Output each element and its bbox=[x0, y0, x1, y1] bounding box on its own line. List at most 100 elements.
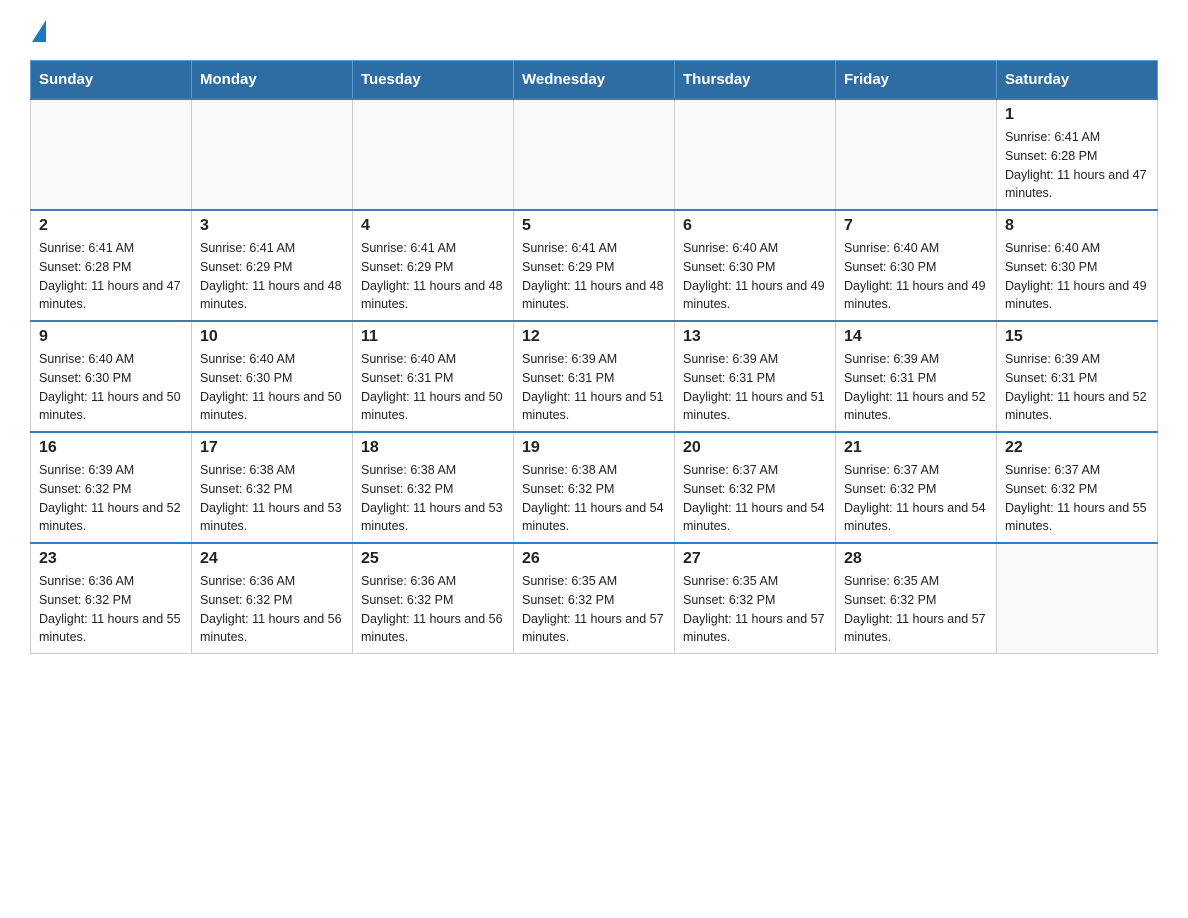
day-info: Sunrise: 6:35 AMSunset: 6:32 PMDaylight:… bbox=[522, 572, 666, 647]
day-info: Sunrise: 6:38 AMSunset: 6:32 PMDaylight:… bbox=[200, 461, 344, 536]
calendar-day-cell: 19 Sunrise: 6:38 AMSunset: 6:32 PMDayligh… bbox=[514, 432, 675, 543]
calendar-day-cell: 7 Sunrise: 6:40 AMSunset: 6:30 PMDaylight… bbox=[836, 210, 997, 321]
day-info: Sunrise: 6:41 AMSunset: 6:29 PMDaylight:… bbox=[200, 239, 344, 314]
day-info: Sunrise: 6:40 AMSunset: 6:31 PMDaylight:… bbox=[361, 350, 505, 425]
calendar-day-cell: 14 Sunrise: 6:39 AMSunset: 6:31 PMDayligh… bbox=[836, 321, 997, 432]
day-number: 6 bbox=[683, 217, 827, 235]
day-info: Sunrise: 6:41 AMSunset: 6:29 PMDaylight:… bbox=[361, 239, 505, 314]
calendar-week-row: 16 Sunrise: 6:39 AMSunset: 6:32 PMDayligh… bbox=[31, 432, 1158, 543]
day-number: 12 bbox=[522, 328, 666, 346]
calendar-day-cell: 26 Sunrise: 6:35 AMSunset: 6:32 PMDayligh… bbox=[514, 543, 675, 654]
day-info: Sunrise: 6:36 AMSunset: 6:32 PMDaylight:… bbox=[39, 572, 183, 647]
day-info: Sunrise: 6:40 AMSunset: 6:30 PMDaylight:… bbox=[683, 239, 827, 314]
day-info: Sunrise: 6:41 AMSunset: 6:28 PMDaylight:… bbox=[39, 239, 183, 314]
calendar-day-cell: 15 Sunrise: 6:39 AMSunset: 6:31 PMDayligh… bbox=[997, 321, 1158, 432]
day-number: 11 bbox=[361, 328, 505, 346]
day-number: 8 bbox=[1005, 217, 1149, 235]
calendar-day-cell: 5 Sunrise: 6:41 AMSunset: 6:29 PMDaylight… bbox=[514, 210, 675, 321]
day-number: 19 bbox=[522, 439, 666, 457]
calendar-day-cell: 12 Sunrise: 6:39 AMSunset: 6:31 PMDayligh… bbox=[514, 321, 675, 432]
calendar-day-cell: 9 Sunrise: 6:40 AMSunset: 6:30 PMDaylight… bbox=[31, 321, 192, 432]
day-number: 25 bbox=[361, 550, 505, 568]
day-info: Sunrise: 6:36 AMSunset: 6:32 PMDaylight:… bbox=[361, 572, 505, 647]
calendar-week-row: 23 Sunrise: 6:36 AMSunset: 6:32 PMDayligh… bbox=[31, 543, 1158, 654]
calendar-day-cell bbox=[353, 99, 514, 210]
day-number: 24 bbox=[200, 550, 344, 568]
calendar-day-cell: 20 Sunrise: 6:37 AMSunset: 6:32 PMDayligh… bbox=[675, 432, 836, 543]
calendar-day-cell: 4 Sunrise: 6:41 AMSunset: 6:29 PMDaylight… bbox=[353, 210, 514, 321]
day-number: 10 bbox=[200, 328, 344, 346]
day-number: 21 bbox=[844, 439, 988, 457]
calendar-day-cell: 16 Sunrise: 6:39 AMSunset: 6:32 PMDayligh… bbox=[31, 432, 192, 543]
day-number: 4 bbox=[361, 217, 505, 235]
calendar-day-cell: 2 Sunrise: 6:41 AMSunset: 6:28 PMDaylight… bbox=[31, 210, 192, 321]
day-info: Sunrise: 6:37 AMSunset: 6:32 PMDaylight:… bbox=[844, 461, 988, 536]
calendar-table: SundayMondayTuesdayWednesdayThursdayFrid… bbox=[30, 60, 1158, 654]
calendar-day-cell: 1 Sunrise: 6:41 AMSunset: 6:28 PMDaylight… bbox=[997, 99, 1158, 210]
calendar-day-cell: 11 Sunrise: 6:40 AMSunset: 6:31 PMDayligh… bbox=[353, 321, 514, 432]
calendar-day-cell: 24 Sunrise: 6:36 AMSunset: 6:32 PMDayligh… bbox=[192, 543, 353, 654]
calendar-day-cell: 3 Sunrise: 6:41 AMSunset: 6:29 PMDaylight… bbox=[192, 210, 353, 321]
day-of-week-header: Wednesday bbox=[514, 61, 675, 100]
calendar-day-cell: 21 Sunrise: 6:37 AMSunset: 6:32 PMDayligh… bbox=[836, 432, 997, 543]
day-info: Sunrise: 6:37 AMSunset: 6:32 PMDaylight:… bbox=[683, 461, 827, 536]
calendar-day-cell: 17 Sunrise: 6:38 AMSunset: 6:32 PMDayligh… bbox=[192, 432, 353, 543]
calendar-week-row: 2 Sunrise: 6:41 AMSunset: 6:28 PMDaylight… bbox=[31, 210, 1158, 321]
day-number: 1 bbox=[1005, 106, 1149, 124]
logo-triangle-icon bbox=[32, 20, 46, 42]
calendar-header-row: SundayMondayTuesdayWednesdayThursdayFrid… bbox=[31, 61, 1158, 100]
day-number: 7 bbox=[844, 217, 988, 235]
day-info: Sunrise: 6:41 AMSunset: 6:28 PMDaylight:… bbox=[1005, 128, 1149, 203]
day-of-week-header: Saturday bbox=[997, 61, 1158, 100]
day-number: 20 bbox=[683, 439, 827, 457]
calendar-day-cell: 18Sunrise: 6:38 AMSunset: 6:32 PMDayligh… bbox=[353, 432, 514, 543]
calendar-day-cell: 13 Sunrise: 6:39 AMSunset: 6:31 PMDayligh… bbox=[675, 321, 836, 432]
day-info: Sunrise: 6:36 AMSunset: 6:32 PMDaylight:… bbox=[200, 572, 344, 647]
calendar-day-cell bbox=[31, 99, 192, 210]
day-info: Sunrise: 6:39 AMSunset: 6:31 PMDaylight:… bbox=[683, 350, 827, 425]
day-of-week-header: Tuesday bbox=[353, 61, 514, 100]
day-number: 23 bbox=[39, 550, 183, 568]
day-number: 17 bbox=[200, 439, 344, 457]
day-of-week-header: Monday bbox=[192, 61, 353, 100]
day-of-week-header: Thursday bbox=[675, 61, 836, 100]
day-info: Sunrise: 6:39 AMSunset: 6:31 PMDaylight:… bbox=[844, 350, 988, 425]
day-info: Sunrise: 6:39 AMSunset: 6:31 PMDaylight:… bbox=[1005, 350, 1149, 425]
day-info: Sunrise: 6:40 AMSunset: 6:30 PMDaylight:… bbox=[39, 350, 183, 425]
day-info: Sunrise: 6:40 AMSunset: 6:30 PMDaylight:… bbox=[1005, 239, 1149, 314]
calendar-day-cell: 25 Sunrise: 6:36 AMSunset: 6:32 PMDayligh… bbox=[353, 543, 514, 654]
page-header bbox=[30, 20, 1158, 40]
day-number: 9 bbox=[39, 328, 183, 346]
day-info: Sunrise: 6:35 AMSunset: 6:32 PMDaylight:… bbox=[683, 572, 827, 647]
day-number: 16 bbox=[39, 439, 183, 457]
calendar-day-cell bbox=[514, 99, 675, 210]
day-of-week-header: Friday bbox=[836, 61, 997, 100]
day-info: Sunrise: 6:41 AMSunset: 6:29 PMDaylight:… bbox=[522, 239, 666, 314]
day-number: 13 bbox=[683, 328, 827, 346]
calendar-day-cell: 6 Sunrise: 6:40 AMSunset: 6:30 PMDaylight… bbox=[675, 210, 836, 321]
calendar-day-cell bbox=[192, 99, 353, 210]
day-number: 3 bbox=[200, 217, 344, 235]
calendar-day-cell: 10Sunrise: 6:40 AMSunset: 6:30 PMDayligh… bbox=[192, 321, 353, 432]
logo bbox=[30, 20, 46, 40]
calendar-day-cell: 27 Sunrise: 6:35 AMSunset: 6:32 PMDayligh… bbox=[675, 543, 836, 654]
day-info: Sunrise: 6:38 AMSunset: 6:32 PMDaylight:… bbox=[522, 461, 666, 536]
day-number: 2 bbox=[39, 217, 183, 235]
day-info: Sunrise: 6:39 AMSunset: 6:31 PMDaylight:… bbox=[522, 350, 666, 425]
day-number: 14 bbox=[844, 328, 988, 346]
calendar-day-cell: 28Sunrise: 6:35 AMSunset: 6:32 PMDayligh… bbox=[836, 543, 997, 654]
calendar-week-row: 1 Sunrise: 6:41 AMSunset: 6:28 PMDaylight… bbox=[31, 99, 1158, 210]
day-of-week-header: Sunday bbox=[31, 61, 192, 100]
day-number: 28 bbox=[844, 550, 988, 568]
day-number: 26 bbox=[522, 550, 666, 568]
day-info: Sunrise: 6:39 AMSunset: 6:32 PMDaylight:… bbox=[39, 461, 183, 536]
day-number: 27 bbox=[683, 550, 827, 568]
day-number: 5 bbox=[522, 217, 666, 235]
day-number: 18 bbox=[361, 439, 505, 457]
calendar-day-cell bbox=[997, 543, 1158, 654]
day-info: Sunrise: 6:40 AMSunset: 6:30 PMDaylight:… bbox=[844, 239, 988, 314]
day-info: Sunrise: 6:37 AMSunset: 6:32 PMDaylight:… bbox=[1005, 461, 1149, 536]
calendar-day-cell: 22Sunrise: 6:37 AMSunset: 6:32 PMDayligh… bbox=[997, 432, 1158, 543]
calendar-day-cell: 8 Sunrise: 6:40 AMSunset: 6:30 PMDaylight… bbox=[997, 210, 1158, 321]
day-number: 15 bbox=[1005, 328, 1149, 346]
